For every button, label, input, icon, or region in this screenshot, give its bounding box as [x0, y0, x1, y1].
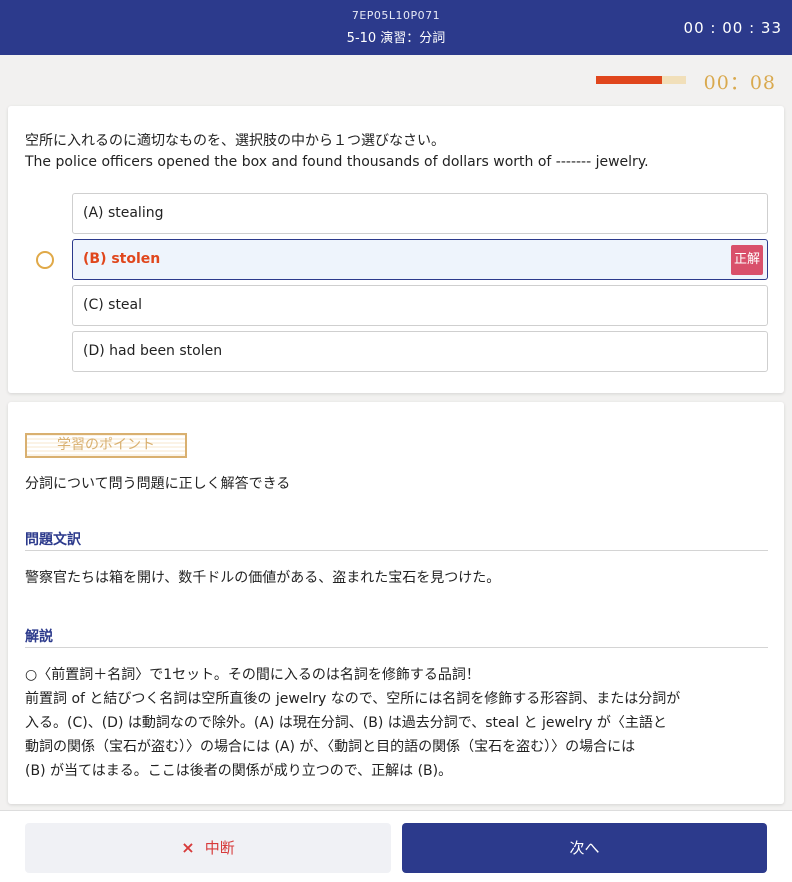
commentary-line: (B) が当てはまる。ここは後者の関係が成り立つので、正解は (B)。	[25, 763, 453, 779]
timer-text: 00：08	[703, 72, 776, 94]
question-card: 空所に入れるのに適切なものを、選択肢の中から１つ選びなさい。 The polic…	[8, 106, 784, 393]
learning-point-text: 分詞について問う問題に正しく解答できる	[25, 476, 291, 492]
commentary-line: ○〈前置詞＋名詞〉で1セット。その間に入るのは名詞を修飾する品詞！	[25, 667, 480, 683]
selected-circle-icon	[36, 251, 54, 269]
choice-b[interactable]: (B) stolen 正解	[72, 239, 768, 280]
next-label: 次へ	[569, 839, 600, 857]
choice-label: (D) had been stolen	[83, 343, 223, 359]
commentary-line: 前置詞 of と結びつく名詞は空所直後の jewelry なので、空所には名詞を…	[25, 691, 681, 707]
elapsed-clock: 00 : 00 : 33	[683, 19, 782, 37]
correct-badge: 正解	[731, 245, 763, 275]
suspend-button[interactable]: × 中断	[25, 823, 391, 873]
question-instruction: 空所に入れるのに適切なものを、選択肢の中から１つ選びなさい。	[25, 133, 445, 149]
choice-label: (A) stealing	[83, 205, 164, 221]
commentary-heading: 解説	[25, 626, 768, 648]
choice-a[interactable]: (A) stealing	[72, 193, 768, 234]
explanation-card: 学習のポイント 分詞について問う問題に正しく解答できる 問題文訳 警察官たちは箱…	[8, 402, 784, 804]
translation-heading: 問題文訳	[25, 529, 768, 551]
choice-label: (C) steal	[83, 297, 143, 313]
bottom-action-bar: × 中断 次へ	[0, 810, 792, 882]
translation-text: 警察官たちは箱を開け、数千ドルの価値がある、盗まれた宝石を見つけた。	[25, 570, 501, 586]
commentary-text: ○〈前置詞＋名詞〉で1セット。その間に入るのは名詞を修飾する品詞！ 前置詞 of…	[25, 663, 770, 783]
question-sentence: The police officers opened the box and f…	[25, 154, 649, 170]
top-header: 7EP05L10P071 5-10 演習：分詞 00 : 00 : 33	[0, 0, 792, 55]
learning-point-label: 学習のポイント	[25, 433, 187, 458]
commentary-line: 動詞の関係（宝石が盗む）〉の場合には (A) が、〈動詞と目的語の関係（宝石を盗…	[25, 739, 636, 755]
timer-progress-fill	[596, 76, 662, 84]
lesson-code: 7EP05L10P071	[351, 9, 441, 22]
close-icon: ×	[181, 838, 195, 857]
question-timer: 00：08	[0, 56, 792, 104]
commentary-line: 入る。(C)、(D) は動詞なので除外。(A) は現在分詞、(B) は過去分詞で…	[25, 715, 667, 731]
choice-d[interactable]: (D) had been stolen	[72, 331, 768, 372]
next-button[interactable]: 次へ	[402, 823, 767, 873]
lesson-title: 5-10 演習：分詞	[346, 31, 446, 46]
choice-c[interactable]: (C) steal	[72, 285, 768, 326]
timer-progress-bar	[596, 76, 686, 84]
choice-label: (B) stolen	[83, 251, 161, 267]
suspend-label: 中断	[204, 839, 235, 857]
